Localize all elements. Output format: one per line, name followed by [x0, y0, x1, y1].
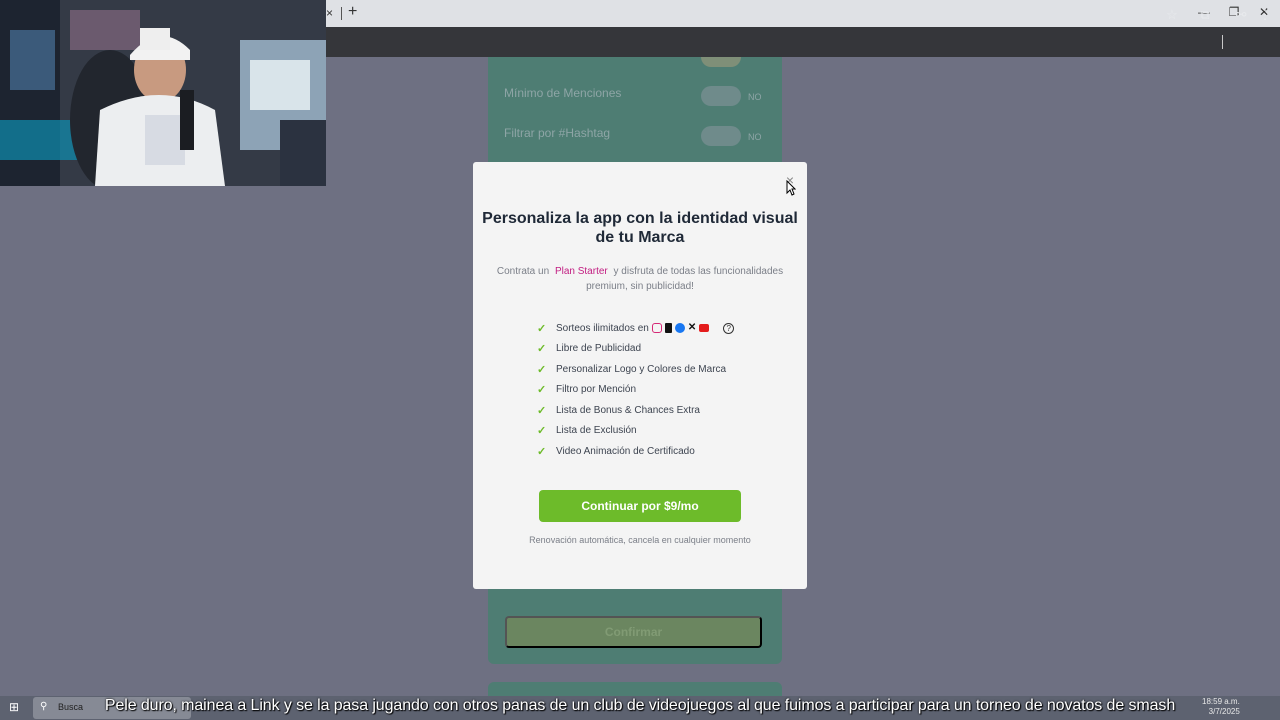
check-icon: ✓ — [537, 445, 547, 458]
description-prefix: Contrata un — [496, 266, 550, 277]
menu-icon[interactable]: ⋮ — [1256, 7, 1274, 23]
check-icon: ✓ — [537, 343, 547, 356]
feature-item: ✓ Filtro por Mención — [537, 380, 797, 401]
youtube-icon — [699, 324, 710, 333]
x-icon: ✕ — [687, 322, 697, 334]
feature-item: ✓ Personalizar Logo y Colores de Marca — [537, 359, 797, 380]
modal-description: Contrata un Plan Starter y disfruta de t… — [493, 264, 787, 294]
feature-label: Video Animación de Certificado — [556, 445, 695, 457]
webcam-feed-image — [0, 0, 326, 186]
toggle-menciones[interactable] — [701, 86, 741, 106]
feature-item: ✓ Video Animación de Certificado — [537, 441, 797, 462]
check-icon: ✓ — [537, 425, 547, 438]
toggle-state-menciones: NO — [748, 92, 762, 102]
extensions-icon[interactable]: ⧉ — [1196, 7, 1214, 23]
toggle-state-hashtag: NO — [748, 132, 762, 142]
toolbar-separator — [1222, 35, 1223, 49]
tab-divider — [341, 7, 342, 20]
feature-item: ✓ Lista de Bonus & Chances Extra — [537, 400, 797, 421]
mouse-cursor-icon — [786, 180, 796, 196]
facebook-icon — [674, 323, 685, 334]
social-icons: ✕ — [651, 322, 710, 334]
feature-item: ✓ Libre de Publicidad — [537, 339, 797, 360]
feature-list: ✓ Sorteos ilimitados en ✕ ? ✓ Libre de P… — [537, 318, 797, 462]
feature-label: Lista de Bonus & Chances Extra — [556, 404, 700, 416]
feature-label: Filtro por Mención — [556, 384, 637, 396]
confirm-button[interactable]: Confirmar — [505, 616, 762, 648]
profile-icon[interactable]: ⚯ — [1232, 7, 1250, 23]
setting-label-menciones: Mínimo de Menciones — [504, 86, 622, 100]
description-suffix: y disfruta de todas las funcionalidades … — [586, 266, 784, 292]
tiktok-icon — [664, 323, 672, 334]
toggle-hashtag[interactable] — [701, 126, 741, 146]
feature-item: ✓ Sorteos ilimitados en ✕ ? — [537, 318, 797, 339]
feature-label: Lista de Exclusión — [556, 425, 637, 437]
new-tab-button[interactable]: + — [348, 3, 357, 21]
plan-starter-link[interactable]: Plan Starter — [552, 266, 611, 277]
webcam-overlay — [0, 0, 326, 186]
help-icon[interactable]: ? — [723, 322, 735, 334]
renewal-note: Renovación automática, cancela en cualqu… — [529, 535, 751, 545]
feature-label: Libre de Publicidad — [556, 343, 642, 355]
settings-card-secondary — [488, 682, 782, 696]
toggle-partial — [701, 57, 741, 67]
tab-close-button[interactable]: × — [326, 6, 333, 20]
setting-label-hashtag: Filtrar por #Hashtag — [504, 126, 611, 140]
feature-label: Personalizar Logo y Colores de Marca — [556, 363, 727, 375]
stream-caption: Pele duro, mainea a Link y se la pasa ju… — [104, 697, 1176, 714]
check-icon: ✓ — [537, 384, 547, 397]
check-icon: ✓ — [537, 404, 547, 417]
feature-item: ✓ Lista de Exclusión — [537, 421, 797, 442]
continue-button[interactable]: Continuar por $9/mo — [539, 490, 741, 522]
modal-title: Personaliza la app con la identidad visu… — [482, 210, 798, 246]
feature-label: Sorteos ilimitados en — [556, 322, 649, 334]
instagram-icon — [651, 323, 662, 334]
star-icon[interactable]: ☆ — [1163, 7, 1181, 23]
check-icon: ✓ — [537, 322, 547, 335]
check-icon: ✓ — [537, 363, 547, 376]
